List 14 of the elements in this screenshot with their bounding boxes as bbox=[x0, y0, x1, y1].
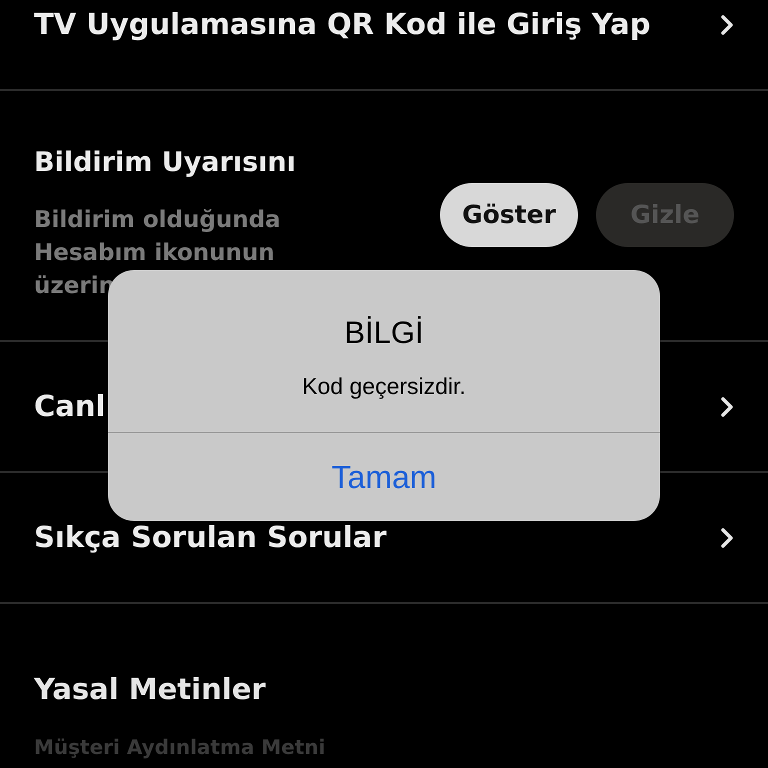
menu-row-title: TV Uygulamasına QR Kod ile Giriş Yap bbox=[34, 6, 650, 43]
setting-description: Hesabım ikonunun bbox=[34, 238, 276, 268]
chevron-right-icon bbox=[720, 396, 734, 418]
menu-row-title: Sıkça Sorulan Sorular bbox=[34, 518, 387, 556]
setting-description: Bildirim olduğunda bbox=[34, 206, 282, 234]
section-title: Yasal Metinler bbox=[34, 672, 266, 706]
alert-title: BİLGİ bbox=[344, 314, 424, 352]
alert-message: Kod geçersizdir. bbox=[302, 372, 466, 401]
chevron-right-icon bbox=[720, 526, 734, 548]
option-button[interactable]: Göster bbox=[440, 183, 578, 247]
menu-row-title: Canl bbox=[34, 388, 106, 425]
menu-row[interactable]: TV Uygulamasına QR Kod ile Giriş Yap bbox=[0, 0, 768, 91]
setting-title: Bildirim Uyarısını bbox=[34, 146, 296, 180]
chevron-right-icon bbox=[720, 14, 734, 36]
